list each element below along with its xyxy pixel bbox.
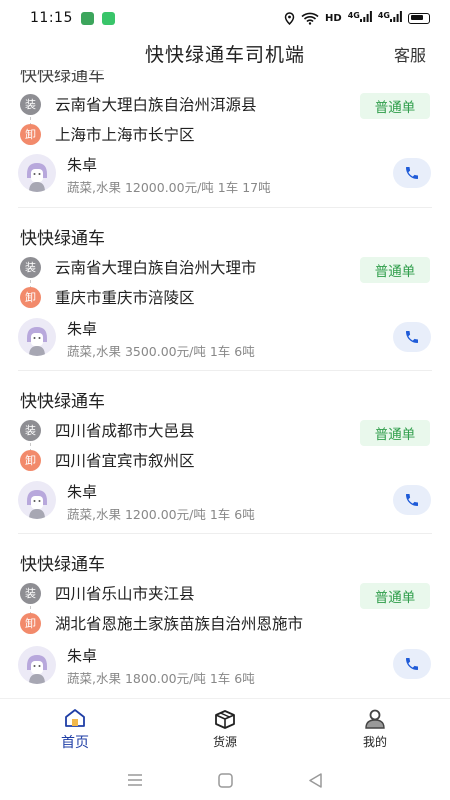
load-tag: 装 [20, 419, 41, 441]
load-stop: 装 云南省大理白族自治州洱源县 [20, 93, 257, 115]
load-address: 四川省成都市大邑县 [55, 422, 195, 440]
tab-cargo-label: 货源 [212, 735, 237, 749]
signal-icon-1: 4G [348, 11, 372, 25]
bottom-tab-bar: 首页 货源 我的 [0, 698, 450, 760]
wifi-icon [301, 12, 319, 25]
home-square-icon[interactable] [218, 772, 233, 788]
unload-tag: 卸 [20, 123, 41, 145]
load-address: 四川省乐山市夹江县 [55, 585, 195, 603]
cargo-info: 蔬菜,水果 1800.00元/吨 1车 6吨 [67, 671, 255, 686]
company-name: 快快绿通车 [20, 392, 105, 412]
load-tag: 装 [20, 93, 41, 115]
phone-icon [406, 494, 418, 506]
unload-address: 湖北省恩施土家族苗族自治州恩施市 [55, 615, 304, 633]
cargo-info: 蔬菜,水果 3500.00元/吨 1车 6吨 [67, 344, 255, 359]
avatar [18, 318, 56, 356]
company-name: 快快绿通车 [20, 229, 105, 249]
call-button[interactable] [393, 158, 431, 188]
driver-name: 朱卓 [67, 647, 98, 665]
load-address: 云南省大理白族自治州大理市 [55, 259, 257, 277]
load-stop: 装 四川省乐山市夹江县 [20, 582, 195, 604]
unload-stop: 卸 上海市上海市长宁区 [20, 123, 195, 145]
customer-service-button[interactable]: 客服 [394, 42, 426, 66]
order-card[interactable]: 快快绿通车 装 云南省大理白族自治州大理市 卸 重庆市重庆市涪陵区 普通单 朱卓… [0, 208, 450, 371]
app-notification-icon [80, 11, 94, 25]
tab-profile[interactable]: 我的 [300, 699, 450, 760]
order-card[interactable]: 快快绿通车 装 四川省乐山市夹江县 卸 湖北省恩施土家族苗族自治州恩施市 普通单… [0, 534, 450, 698]
order-type-badge: 普通单 [360, 257, 430, 283]
order-card[interactable]: 装 云南省大理白族自治州洱源县 卸 上海市上海市长宁区 普通单 朱卓 蔬菜,水果… [0, 70, 450, 208]
system-navigation-bar [0, 760, 450, 800]
load-stop: 装 四川省成都市大邑县 [20, 419, 195, 441]
unload-tag: 卸 [20, 449, 41, 471]
cargo-info: 蔬菜,水果 1200.00元/吨 1车 6吨 [67, 507, 255, 522]
home-icon [65, 708, 85, 727]
back-icon[interactable] [308, 772, 323, 788]
load-tag: 装 [20, 256, 41, 278]
signal-icon-2: 4G [378, 11, 402, 25]
load-address: 云南省大理白族自治州洱源县 [55, 96, 257, 114]
unload-tag: 卸 [20, 286, 41, 308]
phone-icon [406, 167, 418, 179]
tab-cargo[interactable]: 货源 [150, 699, 300, 760]
avatar [18, 646, 56, 684]
location-icon [284, 11, 295, 25]
network-type: HD [325, 12, 342, 24]
unload-address: 上海市上海市长宁区 [55, 126, 195, 144]
box-icon [215, 710, 235, 729]
unload-address: 重庆市重庆市涪陵区 [55, 289, 195, 307]
status-indicators: HD 4G 4G [284, 11, 430, 25]
load-tag: 装 [20, 582, 41, 604]
avatar [18, 154, 56, 192]
unload-stop: 卸 四川省宜宾市叙州区 [20, 449, 195, 471]
call-button[interactable] [393, 322, 431, 352]
phone-icon [406, 331, 418, 343]
tab-profile-label: 我的 [362, 735, 387, 749]
unload-address: 四川省宜宾市叙州区 [55, 452, 195, 470]
status-time: 11:15 [30, 10, 73, 26]
unload-tag: 卸 [20, 612, 41, 634]
driver-name: 朱卓 [67, 483, 98, 501]
driver-name: 朱卓 [67, 320, 98, 338]
company-name: 快快绿通车 [20, 555, 105, 575]
app-header: 快快绿通车司机端 客服 [0, 36, 450, 70]
order-card[interactable]: 快快绿通车 装 四川省成都市大邑县 卸 四川省宜宾市叙州区 普通单 朱卓 蔬菜,… [0, 371, 450, 534]
order-type-badge: 普通单 [360, 93, 430, 119]
status-bar: 11:15 HD 4G 4G [0, 0, 450, 36]
tab-home-label: 首页 [61, 734, 89, 751]
menu-icon[interactable] [127, 774, 143, 786]
unload-stop: 卸 重庆市重庆市涪陵区 [20, 286, 195, 308]
unload-stop: 卸 湖北省恩施土家族苗族自治州恩施市 [20, 612, 303, 634]
order-type-badge: 普通单 [360, 420, 430, 446]
page-title: 快快绿通车司机端 [144, 43, 305, 66]
driver-name: 朱卓 [67, 156, 98, 174]
phone-icon [406, 658, 418, 670]
profile-icon [365, 709, 385, 729]
battery-icon [408, 12, 430, 24]
order-type-badge: 普通单 [360, 583, 430, 609]
call-button[interactable] [393, 485, 431, 515]
tab-home[interactable]: 首页 [0, 699, 150, 760]
cargo-info: 蔬菜,水果 12000.00元/吨 1车 17吨 [67, 180, 271, 195]
avatar [18, 481, 56, 519]
message-notification-icon [101, 11, 115, 25]
order-list[interactable]: 快快绿通车 装 云南省大理白族自治州洱源县 卸 上海市上海市长宁区 普通单 朱卓… [0, 70, 450, 698]
load-stop: 装 云南省大理白族自治州大理市 [20, 256, 257, 278]
call-button[interactable] [393, 649, 431, 679]
